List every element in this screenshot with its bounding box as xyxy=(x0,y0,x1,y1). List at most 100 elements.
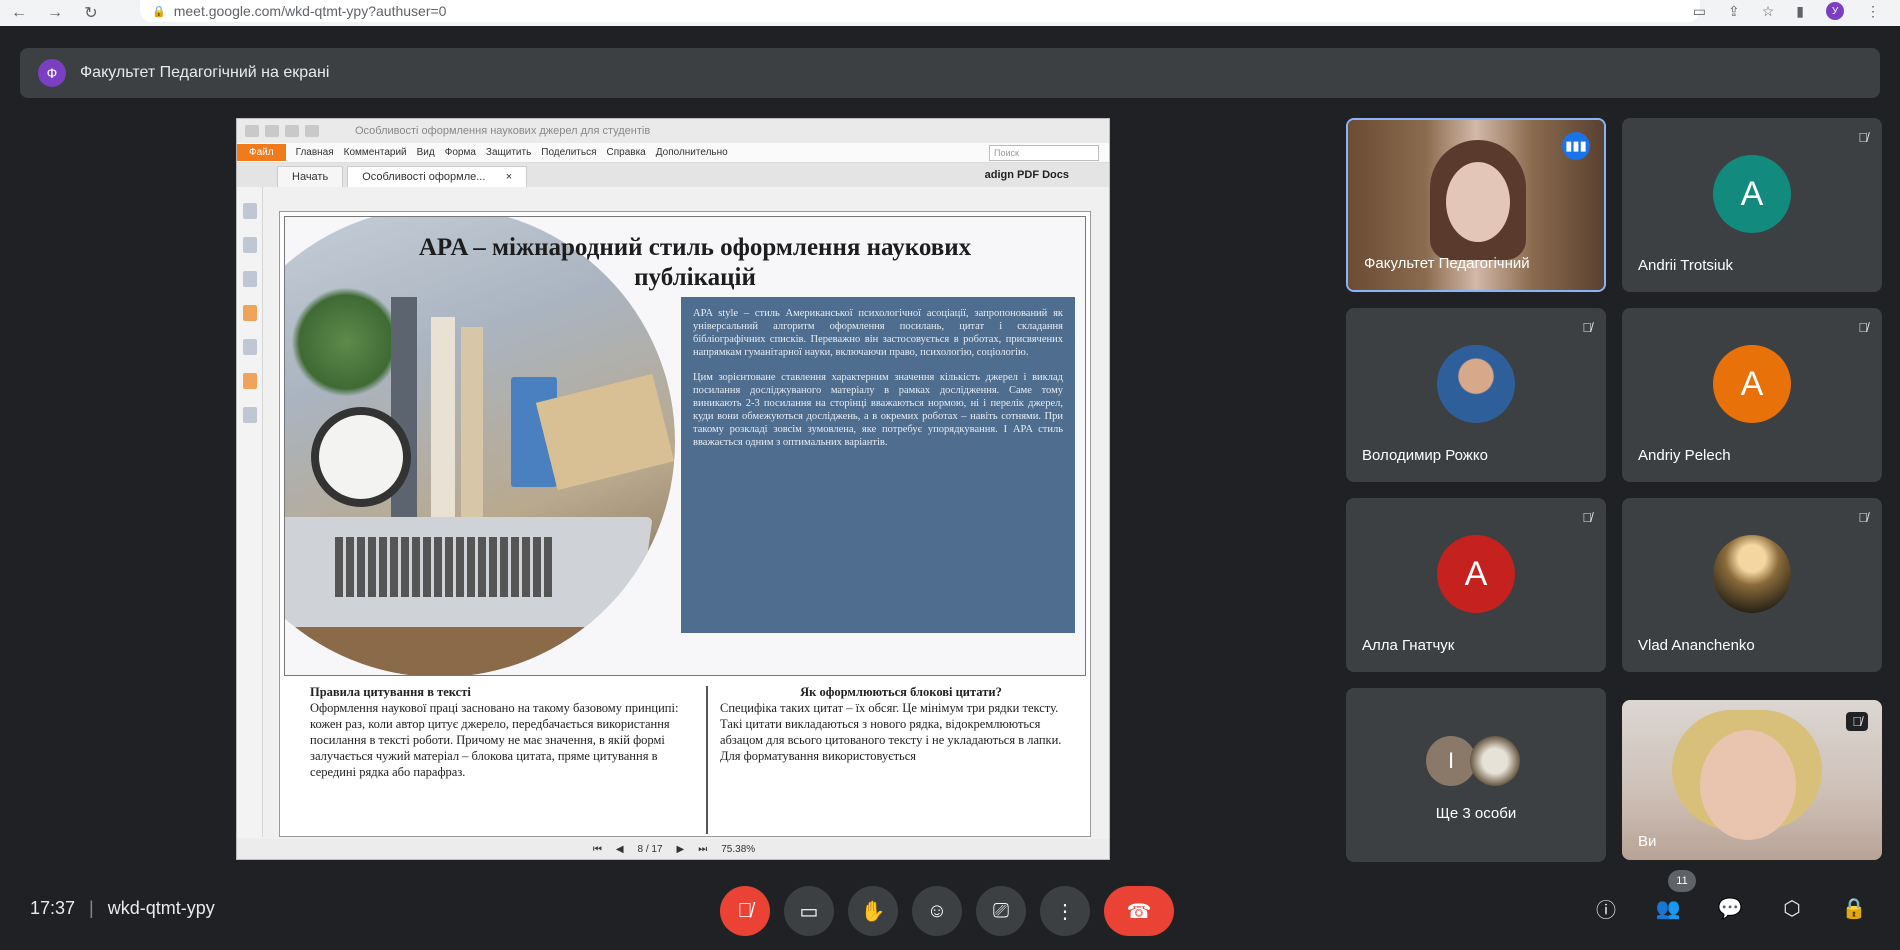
participant-tile-group[interactable]: І Ще 3 особи xyxy=(1346,688,1606,862)
pdf-window-title: Особливості оформлення наукових джерел д… xyxy=(355,125,651,137)
presentation-banner-text: Факультет Педагогічний на екрані xyxy=(80,64,330,81)
signature-icon xyxy=(242,407,257,423)
presenter-avatar: Ф xyxy=(38,59,66,87)
hand-icon: ✋ xyxy=(860,900,886,923)
pdf-search-input: Поиск xyxy=(989,144,1099,161)
lock-icon: 🔒 xyxy=(1841,897,1867,920)
pdf-menu-item: Вид xyxy=(416,147,435,158)
participant-name: Andriy Pelech xyxy=(1638,447,1731,464)
profile-avatar[interactable]: У xyxy=(1826,2,1844,20)
host-controls-button[interactable]: 🔒 xyxy=(1838,892,1870,924)
grouped-avatars: І xyxy=(1426,736,1520,786)
people-button[interactable]: 👥 xyxy=(1652,892,1684,924)
participant-name: Алла Гнатчук xyxy=(1362,637,1455,654)
left-column-heading: Правила цитування в тексті xyxy=(310,685,471,699)
link-icon xyxy=(242,339,257,355)
raise-hand-button[interactable]: ✋ xyxy=(848,886,898,936)
meeting-details-button[interactable]: ⓘ xyxy=(1590,892,1622,924)
end-call-icon: ☎ xyxy=(1126,900,1152,923)
participant-tile[interactable]: 🎙̸ A Andrii Trotsiuk xyxy=(1622,118,1882,292)
participant-photo xyxy=(1437,345,1515,423)
participant-tile[interactable]: 🎙̸ Vlad Ananchenko xyxy=(1622,498,1882,672)
pdf-menu-item: Защитить xyxy=(485,147,532,158)
participant-tile-self[interactable]: 🎙̸ Ви xyxy=(1622,700,1882,860)
first-page-icon: ⏮ xyxy=(592,843,602,855)
participant-avatar: A xyxy=(1713,345,1791,423)
extensions-icon[interactable]: ▮ xyxy=(1796,3,1804,20)
call-controls: 🎙̸ ▭ ✋ ☺ ⎚ ⋮ ☎ xyxy=(720,886,1174,936)
undo-icon xyxy=(285,125,299,137)
end-call-button[interactable]: ☎ xyxy=(1104,886,1174,936)
more-options-button[interactable]: ⋮ xyxy=(1040,886,1090,936)
slide-title: APA – міжнародний стиль оформлення науко… xyxy=(418,234,972,291)
slide-paragraph: Цим зорієнтоване ставлення характерним з… xyxy=(693,372,1063,448)
column-divider xyxy=(706,686,708,834)
mic-toggle-button[interactable]: 🎙̸ xyxy=(720,886,770,936)
last-page-icon: ⏭ xyxy=(698,843,708,855)
address-bar[interactable]: 🔒 meet.google.com/wkd-qtmt-ypy?authuser=… xyxy=(140,0,1700,22)
print-icon xyxy=(265,125,279,137)
meeting-controls-bar: 17:37 | wkd-qtmt-ypy 🎙̸ ▭ ✋ ☺ ⎚ ⋮ ☎ 11 ⓘ… xyxy=(0,870,1900,940)
emoji-button[interactable]: ☺ xyxy=(912,886,962,936)
self-video xyxy=(1622,700,1882,860)
left-column-text: Оформлення наукової праці засновано на т… xyxy=(310,701,679,779)
lock-icon: 🔒 xyxy=(152,5,166,18)
more-icon: ⋮ xyxy=(1055,900,1075,923)
url-text: meet.google.com/wkd-qtmt-ypy?authuser=0 xyxy=(173,3,447,19)
attachments-icon xyxy=(242,305,257,321)
pdf-menu-item: Комментарий xyxy=(343,147,407,158)
forward-icon[interactable]: → xyxy=(46,4,64,22)
right-column-text: Специфіка таких цитат – їх обсяг. Це мін… xyxy=(720,701,1062,763)
participant-name: Vlad Ananchenko xyxy=(1638,637,1755,654)
meeting-time: 17:37 xyxy=(30,898,76,918)
pdf-tab-strip: Начать Особливості оформле... × adign PD… xyxy=(237,163,1109,187)
mic-off-icon: 🎙̸ xyxy=(1582,510,1592,525)
meeting-code: wkd-qtmt-ypy xyxy=(107,898,215,918)
pdf-tab-document: Особливості оформле... × xyxy=(347,166,528,187)
cast-icon[interactable]: ▭ xyxy=(1693,3,1706,20)
reload-icon[interactable]: ↻ xyxy=(82,3,100,23)
activities-icon: ⬡ xyxy=(1783,897,1801,920)
participant-tile[interactable]: 🎙̸ A Andriy Pelech xyxy=(1622,308,1882,482)
shared-screen: Особливості оформлення наукових джерел д… xyxy=(236,118,1110,860)
side-controls: ⓘ 👥 💬 ⬡ 🔒 xyxy=(1590,892,1870,924)
camera-toggle-button[interactable]: ▭ xyxy=(784,886,834,936)
participant-avatar: І xyxy=(1426,736,1476,786)
browser-toolbar: ← → ↻ 🔒 meet.google.com/wkd-qtmt-ypy?aut… xyxy=(0,0,1900,26)
participant-tile[interactable]: 🎙̸ A Алла Гнатчук xyxy=(1346,498,1606,672)
prev-page-icon: ◀ xyxy=(615,843,624,855)
participant-name: Andrii Trotsiuk xyxy=(1638,257,1734,274)
slide-text-box: APA style – стиль Американської психолог… xyxy=(681,297,1075,633)
participant-photo xyxy=(1713,535,1791,613)
meeting-info: 17:37 | wkd-qtmt-ypy xyxy=(30,898,215,919)
next-page-icon: ▶ xyxy=(676,843,685,855)
right-column-heading: Як оформлюються блокові цитати? xyxy=(800,685,1002,699)
back-icon[interactable]: ← xyxy=(10,4,28,22)
bookmark-star-icon[interactable]: ☆ xyxy=(1762,3,1775,20)
pdf-tab-document-label: Особливості оформле... xyxy=(362,171,486,183)
present-button[interactable]: ⎚ xyxy=(976,886,1026,936)
chat-button[interactable]: 💬 xyxy=(1714,892,1746,924)
layers-icon xyxy=(242,271,257,287)
participant-tile[interactable]: ▮▮▮ Факультет Педагогічний xyxy=(1346,118,1606,292)
redo-icon xyxy=(305,125,319,137)
slide: APA – міжнародний стиль оформлення науко… xyxy=(284,216,1086,676)
share-icon[interactable]: ⇪ xyxy=(1728,3,1740,20)
participant-avatar: A xyxy=(1437,535,1515,613)
participant-photo xyxy=(1470,736,1520,786)
mic-off-icon: 🎙̸ xyxy=(1858,320,1868,335)
participant-name: Факультет Педагогічний xyxy=(1364,255,1530,272)
present-icon: ⎚ xyxy=(993,899,1009,922)
info-icon: ⓘ xyxy=(1596,899,1616,922)
mic-off-icon: 🎙̸ xyxy=(1846,712,1868,731)
pdf-titlebar: Особливості оформлення наукових джерел д… xyxy=(237,119,1109,143)
mic-off-icon: 🎙̸ xyxy=(1858,510,1868,525)
mic-off-icon: 🎙̸ xyxy=(737,899,753,922)
pdf-menu-item: Поделиться xyxy=(541,147,597,158)
browser-menu-icon[interactable]: ⋮ xyxy=(1866,3,1880,20)
zoom-level: 75.38% xyxy=(721,843,756,855)
activities-button[interactable]: ⬡ xyxy=(1776,892,1808,924)
pdf-brand: adign PDF Docs xyxy=(984,169,1069,181)
chat-icon: 💬 xyxy=(1717,897,1743,920)
participant-tile[interactable]: 🎙̸ Володимир Рожко xyxy=(1346,308,1606,482)
